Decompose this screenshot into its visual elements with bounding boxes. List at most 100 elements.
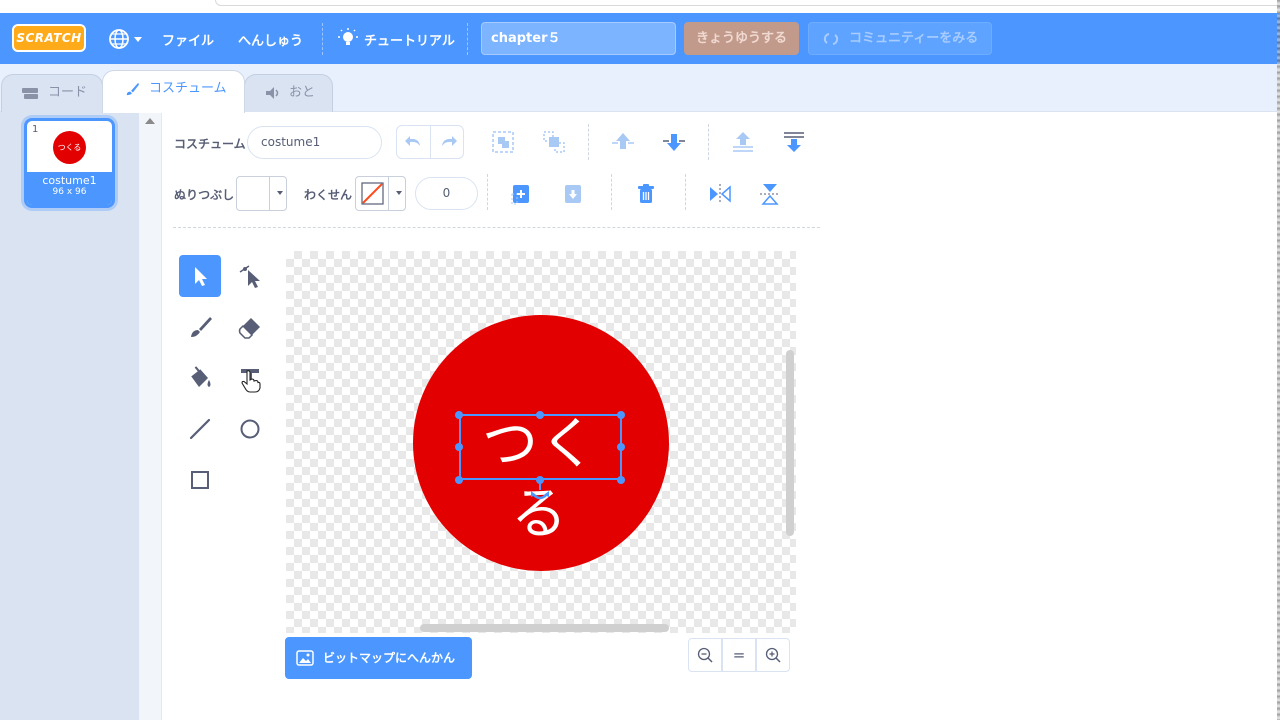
costume-name: costume1: [42, 174, 97, 187]
outline-color-swatch: [356, 177, 389, 210]
outline-color-picker[interactable]: [355, 176, 406, 211]
flip-horizontal-button[interactable]: [707, 181, 733, 207]
bring-to-front-icon: [733, 132, 753, 152]
hand-cursor-icon: [241, 370, 261, 393]
select-tool[interactable]: [179, 255, 221, 297]
zoom-out-icon: [697, 647, 713, 663]
no-color-icon: [361, 182, 384, 205]
tab-sounds[interactable]: おと: [244, 74, 333, 112]
line-icon: [189, 418, 211, 440]
group-button[interactable]: [490, 129, 516, 155]
paste-button[interactable]: [560, 181, 586, 207]
undo-icon: [405, 136, 420, 146]
selection-box[interactable]: [459, 414, 622, 480]
text-tool[interactable]: [229, 357, 271, 399]
group-icon: [492, 131, 514, 153]
zoom-reset-button[interactable]: =: [722, 638, 756, 672]
costume-number: 1: [32, 124, 39, 135]
reshape-tool[interactable]: [229, 255, 271, 297]
tab-sounds-label: おと: [289, 85, 316, 100]
send-to-back-icon: [784, 132, 804, 152]
ungroup-button[interactable]: [541, 129, 567, 155]
tab-costumes-label: コスチューム: [149, 81, 227, 96]
arrow-up-icon: [612, 133, 634, 149]
resize-handle[interactable]: [455, 411, 463, 419]
caret-down-icon: [277, 191, 283, 195]
tutorials-button[interactable]: チュートリアル: [338, 28, 455, 49]
arrow-down-icon: [663, 134, 685, 151]
zoom-in-button[interactable]: [756, 638, 790, 672]
copy-icon: [511, 185, 529, 205]
speaker-icon: [266, 87, 279, 99]
fill-color-swatch: [237, 177, 270, 210]
image-icon: [296, 650, 314, 666]
back-button[interactable]: [781, 129, 807, 155]
square-icon: [191, 471, 209, 489]
backward-button[interactable]: [661, 129, 687, 155]
forward-button[interactable]: [610, 129, 636, 155]
trash-icon: [638, 184, 654, 203]
front-button[interactable]: [730, 129, 756, 155]
rectangle-tool[interactable]: [179, 459, 221, 501]
file-menu[interactable]: ファイル: [162, 30, 214, 49]
lightbulb-icon: [338, 28, 358, 45]
scroll-up-arrow-icon[interactable]: [145, 118, 155, 124]
zoom-out-button[interactable]: [688, 638, 722, 672]
costume-size: 96 x 96: [52, 187, 87, 197]
undo-button[interactable]: [397, 126, 431, 158]
canvas-horizontal-scrollbar[interactable]: [420, 624, 669, 632]
tab-costumes[interactable]: コスチューム: [102, 70, 245, 113]
ungroup-icon: [543, 131, 565, 153]
resize-handle[interactable]: [536, 411, 544, 419]
canvas-vertical-scrollbar[interactable]: [786, 350, 794, 536]
resize-handle[interactable]: [455, 476, 463, 484]
resize-handle[interactable]: [617, 476, 625, 484]
fill-tool[interactable]: [179, 357, 221, 399]
zoom-in-icon: [765, 647, 781, 663]
eraser-tool[interactable]: [229, 306, 271, 348]
paint-canvas[interactable]: つくる: [286, 251, 796, 633]
resize-handle[interactable]: [617, 443, 625, 451]
costume-list-scrollbar[interactable]: [139, 112, 162, 720]
fill-label: ぬりつぶし: [174, 188, 235, 202]
globe-icon: [109, 29, 142, 49]
see-community-label: コミュニティーをみる: [849, 31, 979, 46]
tab-code[interactable]: コード: [1, 74, 103, 112]
circle-icon: [240, 419, 260, 439]
eraser-icon: [238, 318, 260, 339]
costume-item[interactable]: 1 つくる costume1 96 x 96: [24, 118, 115, 208]
redo-icon: [442, 136, 457, 146]
delete-button[interactable]: [633, 181, 659, 207]
line-tool[interactable]: [179, 408, 221, 450]
costume-name-label: コスチューム: [174, 137, 246, 151]
costume-name-input[interactable]: costume1: [247, 126, 382, 159]
remix-arrows-icon: [823, 33, 839, 45]
edit-menu[interactable]: へんしゅう: [238, 30, 303, 49]
share-button[interactable]: きょうゆうする: [684, 22, 799, 55]
redo-button[interactable]: [431, 126, 465, 158]
caret-down-icon: [396, 191, 402, 195]
brush-tool[interactable]: [179, 306, 221, 348]
resize-handle[interactable]: [617, 411, 625, 419]
fill-color-picker[interactable]: [236, 176, 287, 211]
flip-horizontal-icon: [710, 184, 731, 204]
outline-width-input[interactable]: 0: [415, 177, 478, 210]
flip-vertical-icon: [760, 184, 780, 205]
convert-to-bitmap-label: ビットマップにへんかん: [323, 651, 456, 665]
tab-code-label: コード: [48, 85, 88, 100]
flip-vertical-button[interactable]: [757, 181, 783, 207]
convert-to-bitmap-button[interactable]: ビットマップにへんかん: [285, 637, 472, 679]
rotate-handle-icon[interactable]: [529, 480, 553, 502]
arrow-pointer-icon: [195, 267, 207, 286]
scratch-logo[interactable]: SCRATCH: [12, 24, 86, 52]
language-menu[interactable]: [108, 27, 146, 51]
project-title-input[interactable]: chapter５: [481, 22, 676, 55]
paste-icon: [565, 185, 581, 203]
circle-tool[interactable]: [229, 408, 271, 450]
see-community-button[interactable]: コミュニティーをみる: [808, 22, 992, 55]
reshape-pointer-icon: [239, 265, 260, 288]
paint-bucket-icon: [190, 366, 211, 387]
brush-icon: [191, 317, 212, 337]
copy-button[interactable]: [509, 181, 535, 207]
resize-handle[interactable]: [455, 443, 463, 451]
